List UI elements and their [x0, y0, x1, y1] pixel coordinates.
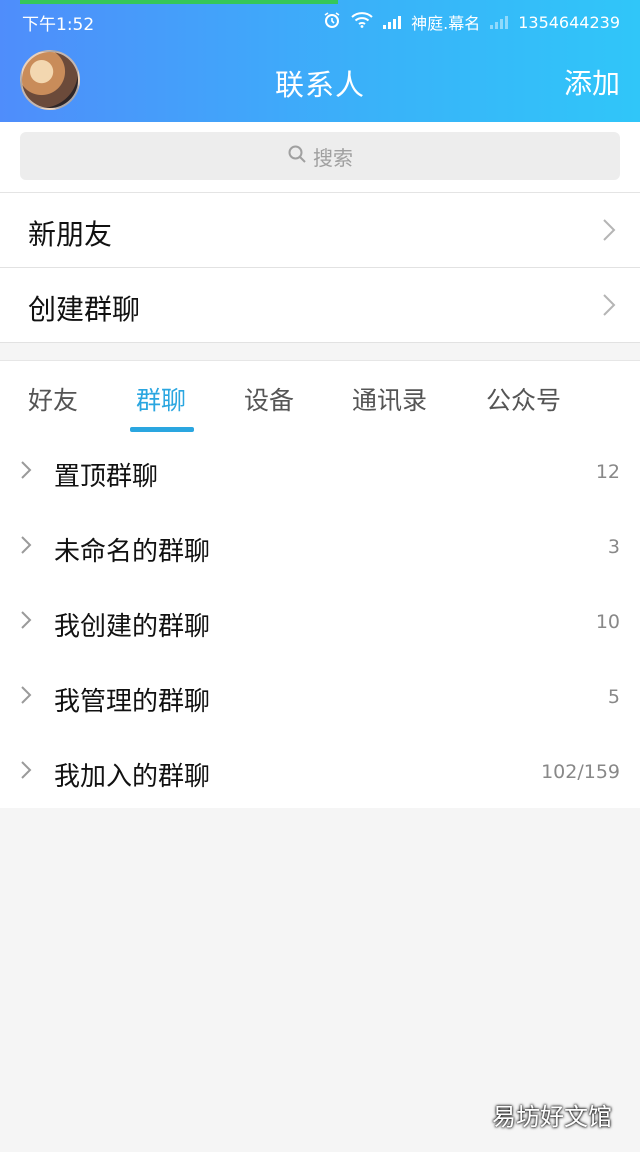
page-title: 联系人: [274, 68, 365, 102]
new-friends-row[interactable]: 新朋友: [0, 193, 640, 268]
tab-groups[interactable]: 群聊: [136, 381, 186, 417]
group-count: 10: [595, 611, 620, 633]
app-header: 下午1:52 神庭.幕名 1354644239 联系人 添加: [0, 0, 640, 122]
active-tab-indicator: [130, 427, 194, 432]
group-name: 我加入的群聊: [54, 762, 211, 792]
chevron-right-icon: [603, 294, 616, 316]
tab-address-book[interactable]: 通讯录: [352, 381, 427, 417]
search-input[interactable]: 搜索: [20, 132, 620, 180]
chevron-right-icon: [21, 461, 32, 479]
phone-number: 1354644239: [518, 12, 620, 32]
search-section: 搜索: [0, 122, 640, 193]
signal-secondary-icon: [490, 15, 509, 29]
tab-official-accounts[interactable]: 公众号: [486, 381, 561, 417]
list-item[interactable]: 置顶群聊 12: [0, 434, 640, 509]
loading-progress-bar: [20, 0, 338, 4]
carrier-name: 神庭.幕名: [411, 14, 481, 33]
chevron-right-icon: [21, 611, 32, 629]
watermark: 易坊好文馆: [492, 1103, 612, 1131]
chevron-right-icon: [603, 219, 616, 241]
group-name: 未命名的群聊: [54, 537, 211, 567]
group-count: 102/159: [541, 761, 620, 783]
contact-tabs: 好友 群聊 设备 通讯录 公众号: [0, 360, 640, 436]
list-item[interactable]: 我加入的群聊 102/159: [0, 734, 640, 809]
status-bar: 下午1:52 神庭.幕名 1354644239: [0, 8, 640, 35]
status-time: 下午1:52: [22, 15, 95, 35]
group-name: 我管理的群聊: [54, 687, 211, 717]
group-count: 12: [595, 461, 620, 483]
status-right: 神庭.幕名 1354644239: [323, 10, 620, 34]
tab-devices[interactable]: 设备: [244, 381, 294, 417]
tab-friends[interactable]: 好友: [28, 381, 78, 417]
new-friends-label: 新朋友: [28, 218, 113, 251]
signal-icon: [383, 15, 402, 29]
group-name: 我创建的群聊: [54, 612, 211, 642]
group-list: 置顶群聊 12 未命名的群聊 3 我创建的群聊 10 我管理的群聊 5 我加入的…: [0, 434, 640, 808]
group-count: 3: [607, 536, 620, 558]
chevron-right-icon: [21, 536, 32, 554]
search-placeholder: 搜索: [313, 145, 353, 170]
create-group-label: 创建群聊: [28, 293, 141, 326]
chevron-right-icon: [21, 761, 32, 779]
create-group-row[interactable]: 创建群聊: [0, 268, 640, 343]
list-item[interactable]: 我创建的群聊 10: [0, 584, 640, 659]
chevron-right-icon: [21, 686, 32, 704]
group-count: 5: [607, 686, 620, 708]
list-item[interactable]: 未命名的群聊 3: [0, 509, 640, 584]
add-button[interactable]: 添加: [564, 62, 620, 102]
search-icon: [287, 144, 307, 169]
alarm-icon: [323, 11, 341, 33]
wifi-icon: [351, 12, 373, 32]
group-name: 置顶群聊: [54, 462, 159, 492]
list-item[interactable]: 我管理的群聊 5: [0, 659, 640, 734]
